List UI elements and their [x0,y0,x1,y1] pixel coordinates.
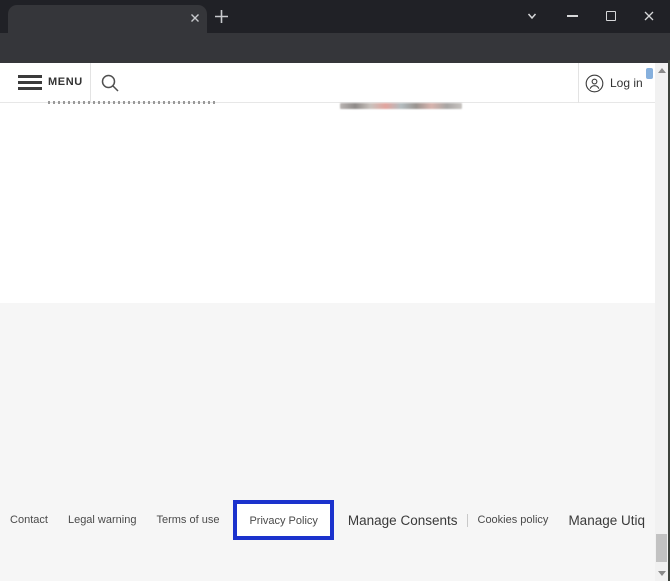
user-icon [585,74,604,93]
footer-link-contact[interactable]: Contact [0,514,58,526]
truncated-image-fragment [340,103,462,109]
footer-link-manage-utiq[interactable]: Manage Utiq [558,513,655,528]
minimize-icon[interactable] [559,4,585,28]
search-icon[interactable] [100,73,120,93]
footer-link-legal-warning[interactable]: Legal warning [58,514,147,526]
truncated-text-fragment [48,101,215,104]
new-tab-icon[interactable] [213,8,230,25]
footer-links-nav: Contact Legal warning Terms of use Priva… [0,498,655,542]
maximize-icon[interactable] [598,4,624,28]
browser-window: In incognito (3) MENU Log in [0,0,670,581]
scrollbar-down-arrow-icon[interactable] [658,571,666,576]
highlight-box: Privacy Policy [233,500,333,540]
footer-link-terms-of-use[interactable]: Terms of use [146,514,229,526]
browser-tab[interactable] [8,5,207,33]
tab-search-chevron-icon[interactable] [519,4,545,28]
menu-button[interactable]: MENU [48,76,83,88]
close-window-icon[interactable] [636,4,662,28]
login-button[interactable]: Log in [585,72,643,94]
browser-toolbar: In incognito (3) [0,33,670,63]
tab-close-icon[interactable] [188,12,202,26]
page-viewport: MENU Log in Contact Legal warning [0,63,670,581]
hamburger-menu-icon[interactable] [18,75,42,91]
login-label: Log in [610,76,643,90]
scrollbar-up-arrow-icon[interactable] [658,68,666,73]
site-header: MENU Log in [0,63,670,103]
footer-link-cookies-policy[interactable]: Cookies policy [468,514,559,526]
tab-strip [0,0,670,33]
page-footer: Contact Legal warning Terms of use Priva… [0,303,670,581]
truncated-blue-element [646,68,653,79]
header-divider [90,63,91,103]
footer-link-manage-consents[interactable]: Manage Consents [338,513,468,528]
page-scrollbar[interactable] [655,63,668,581]
header-divider [578,63,579,103]
footer-link-privacy-policy[interactable]: Privacy Policy [239,515,327,527]
scrollbar-thumb[interactable] [656,534,667,562]
